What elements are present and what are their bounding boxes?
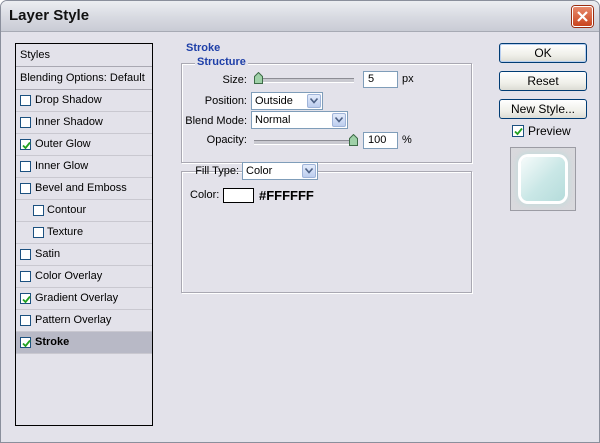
style-item-satin[interactable]: Satin (16, 244, 152, 266)
close-button[interactable] (572, 6, 593, 27)
styles-header[interactable]: Styles (16, 44, 152, 67)
styles-list: Styles Blending Options: Default Drop Sh… (15, 43, 153, 426)
size-slider-thumb[interactable] (254, 72, 263, 84)
style-item-gradient-overlay[interactable]: Gradient Overlay (16, 288, 152, 310)
structure-group-title: Structure (195, 56, 248, 68)
checkmark-icon (22, 141, 31, 150)
style-item-bevel-and-emboss[interactable]: Bevel and Emboss (16, 178, 152, 200)
style-checkbox[interactable] (20, 293, 31, 304)
chevron-down-icon[interactable] (332, 113, 346, 127)
style-item-contour[interactable]: Contour (16, 200, 152, 222)
title-bar[interactable]: Layer Style (1, 1, 599, 32)
color-hex-value: #FFFFFF (259, 188, 314, 203)
fill-type-select[interactable]: Color (242, 162, 318, 180)
style-checkbox[interactable] (20, 183, 31, 194)
preview-label: Preview (528, 124, 571, 138)
style-checkbox[interactable] (20, 117, 31, 128)
preview-swatch (521, 157, 565, 201)
chevron-down-icon[interactable] (307, 94, 321, 108)
style-checkbox[interactable] (33, 205, 44, 216)
size-slider-track[interactable] (254, 78, 354, 83)
opacity-input[interactable]: 100 (363, 132, 398, 149)
position-label: Position: (204, 95, 247, 107)
style-item-label: Contour (47, 204, 87, 216)
checkmark-icon (22, 295, 31, 304)
style-checkbox[interactable] (20, 315, 31, 326)
style-item-label: Inner Glow (35, 160, 89, 172)
opacity-unit: % (402, 134, 412, 146)
new-style-button[interactable]: New Style... (499, 99, 587, 119)
style-item-label: Inner Shadow (35, 116, 103, 128)
style-item-label: Outer Glow (35, 138, 91, 150)
style-item-label: Bevel and Emboss (35, 182, 127, 194)
style-item-label: Texture (47, 226, 84, 238)
color-swatch[interactable] (223, 188, 254, 203)
size-label: Size: (222, 74, 247, 86)
window-title: Layer Style (9, 7, 90, 24)
style-item-outer-glow[interactable]: Outer Glow (16, 134, 152, 156)
preview-checkbox[interactable] (512, 125, 524, 137)
ok-button[interactable]: OK (499, 43, 587, 63)
opacity-slider-thumb[interactable] (349, 134, 358, 146)
style-item-label: Color Overlay (35, 270, 103, 282)
style-checkbox[interactable] (20, 249, 31, 260)
style-checkbox[interactable] (20, 161, 31, 172)
style-item-label: Gradient Overlay (35, 292, 119, 304)
blend-mode-label: Blend Mode: (185, 115, 247, 127)
blend-mode-value: Normal (255, 114, 291, 126)
style-item-inner-glow[interactable]: Inner Glow (16, 156, 152, 178)
fill-type-value: Color (246, 165, 273, 177)
style-item-stroke[interactable]: Stroke (16, 332, 152, 354)
style-checkbox[interactable] (33, 227, 44, 238)
checkmark-icon (22, 339, 31, 348)
blend-mode-select[interactable]: Normal (251, 111, 348, 129)
style-item-label: Pattern Overlay (35, 314, 112, 326)
checkmark-icon (514, 127, 523, 136)
style-item-label: Drop Shadow (35, 94, 102, 106)
style-checkbox[interactable] (20, 139, 31, 150)
size-input[interactable]: 5 (363, 71, 398, 88)
chevron-down-icon[interactable] (302, 164, 316, 178)
stroke-group-title: Stroke (184, 42, 223, 54)
color-label: Color: (190, 189, 220, 201)
close-icon (577, 11, 588, 22)
style-item-inner-shadow[interactable]: Inner Shadow (16, 112, 152, 134)
style-checkbox[interactable] (20, 95, 31, 106)
blending-options-item[interactable]: Blending Options: Default (16, 67, 152, 90)
position-value: Outside (255, 95, 293, 107)
style-item-label: Stroke (35, 336, 70, 348)
fill-type-label: Fill Type: (195, 165, 239, 177)
reset-button[interactable]: Reset (499, 71, 587, 91)
style-item-color-overlay[interactable]: Color Overlay (16, 266, 152, 288)
opacity-slider-track[interactable] (254, 140, 354, 145)
style-checkbox[interactable] (20, 271, 31, 282)
style-preview (510, 147, 576, 211)
opacity-label: Opacity: (206, 134, 247, 146)
style-item-pattern-overlay[interactable]: Pattern Overlay (16, 310, 152, 332)
size-unit: px (402, 73, 414, 85)
style-item-texture[interactable]: Texture (16, 222, 152, 244)
position-select[interactable]: Outside (251, 92, 323, 110)
style-checkbox[interactable] (20, 337, 31, 348)
layer-style-dialog: Layer Style Styles Blending Options: Def… (0, 0, 600, 443)
style-item-drop-shadow[interactable]: Drop Shadow (16, 90, 152, 112)
style-item-label: Satin (35, 248, 61, 260)
